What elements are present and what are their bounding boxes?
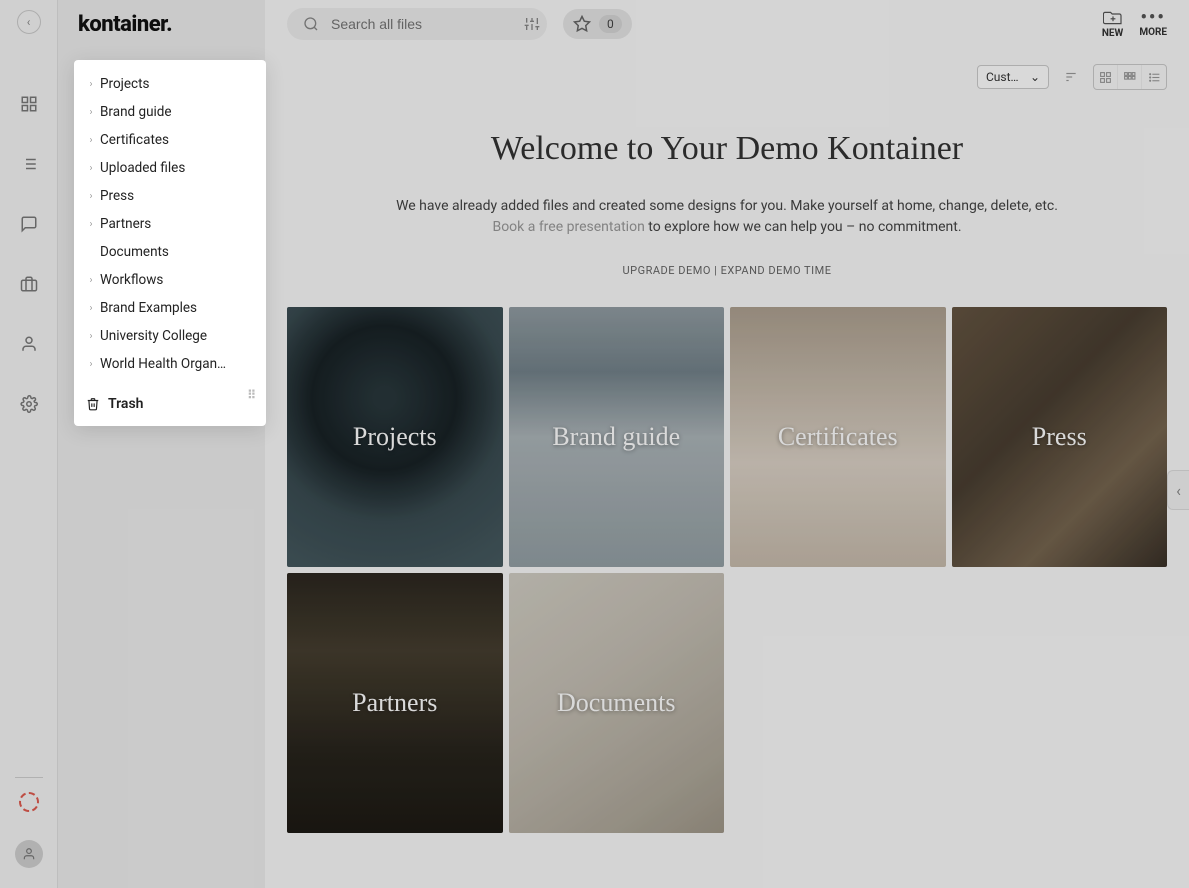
chevron-right-icon: › <box>86 303 96 314</box>
rail-settings-icon[interactable] <box>17 392 41 416</box>
chevron-right-icon: › <box>86 163 96 174</box>
sort-select[interactable]: Cust… ⌄ <box>977 65 1049 89</box>
chevron-right-icon: › <box>86 79 96 90</box>
hero-book-link[interactable]: Book a free presentation <box>492 219 644 235</box>
chevron-right-icon: › <box>86 191 96 202</box>
rail-dashboard-icon[interactable] <box>17 92 41 116</box>
rail-briefcase-icon[interactable] <box>17 272 41 296</box>
tree-item[interactable]: › Certificates <box>74 126 266 154</box>
rail-user-icon[interactable] <box>17 332 41 356</box>
trash-item[interactable]: Trash ⠿ <box>74 386 266 416</box>
star-icon <box>573 15 591 33</box>
view-toggle <box>1093 64 1167 90</box>
rail-divider <box>15 777 43 778</box>
brand-logo: kontainer. <box>58 0 265 55</box>
chevron-right-icon: › <box>86 275 96 286</box>
folder-card[interactable]: Press <box>952 307 1168 567</box>
collapse-sidebar-button[interactable]: ‹ <box>17 10 41 34</box>
tree-item-label: Certificates <box>100 132 169 148</box>
hero: Welcome to Your Demo Kontainer We have a… <box>265 90 1189 297</box>
tree-item-label: Workflows <box>100 272 163 288</box>
folder-card-label: Certificates <box>778 422 898 452</box>
more-dots-icon: ••• <box>1140 11 1165 25</box>
search-filter-icon[interactable] <box>524 16 540 32</box>
new-button-label: NEW <box>1102 28 1123 39</box>
rail-account-avatar[interactable] <box>15 840 43 868</box>
search-input[interactable] <box>331 16 512 32</box>
tree-item[interactable]: › Press <box>74 182 266 210</box>
tree-item[interactable]: › Brand Examples <box>74 294 266 322</box>
tree-item-label: Documents <box>100 244 169 260</box>
favorites-count: 0 <box>599 15 622 33</box>
nav-rail: ‹ <box>0 0 58 888</box>
view-grid-large-icon[interactable] <box>1094 65 1118 89</box>
tree-item-label: Uploaded files <box>100 160 185 176</box>
chevron-right-icon: › <box>86 135 96 146</box>
chevron-right-icon: › <box>86 331 96 342</box>
view-list-icon[interactable] <box>1142 65 1166 89</box>
tree-item-label: University College <box>100 328 207 344</box>
tree-item[interactable]: › Partners <box>74 210 266 238</box>
tree-item[interactable]: Documents <box>74 238 266 266</box>
sort-direction-button[interactable] <box>1059 65 1083 89</box>
tree-item-label: Press <box>100 188 134 204</box>
hero-title: Welcome to Your Demo Kontainer <box>305 130 1149 168</box>
right-panel-handle[interactable]: ‹ <box>1167 470 1189 510</box>
chevron-left-icon: ‹ <box>27 15 31 29</box>
folder-card[interactable]: Certificates <box>730 307 946 567</box>
folder-tree-popup: › Projects › Brand guide › Certificates › Uploa… <box>74 60 266 426</box>
folder-card[interactable]: Partners <box>287 573 503 833</box>
upgrade-demo-link[interactable]: UPGRADE DEMO <box>623 264 711 277</box>
tree-item[interactable]: › University College <box>74 322 266 350</box>
tree-item-label: Partners <box>100 216 151 232</box>
tree-item[interactable]: › Uploaded files <box>74 154 266 182</box>
new-button[interactable]: NEW <box>1102 10 1123 39</box>
folder-card-label: Brand guide <box>552 422 680 452</box>
trash-label: Trash <box>108 396 143 412</box>
expand-demo-link[interactable]: EXPAND DEMO TIME <box>721 264 832 277</box>
hero-sep: | <box>711 264 721 277</box>
chevron-right-icon: › <box>86 107 96 118</box>
folder-card-label: Press <box>1032 422 1087 452</box>
rail-list-icon[interactable] <box>17 152 41 176</box>
folder-card[interactable]: Documents <box>509 573 725 833</box>
hero-actions: UPGRADE DEMO | EXPAND DEMO TIME <box>305 264 1149 277</box>
viewbar: Cust… ⌄ <box>265 44 1189 90</box>
topbar: 0 NEW ••• MORE <box>265 0 1189 44</box>
folder-card-label: Partners <box>352 688 437 718</box>
tree-item[interactable]: › Projects <box>74 70 266 98</box>
chevron-right-icon: › <box>86 219 96 230</box>
folder-card[interactable]: Projects <box>287 307 503 567</box>
trash-icon <box>86 397 100 411</box>
drag-handle-icon[interactable]: ⠿ <box>247 392 256 398</box>
tree-item-label: Projects <box>100 76 150 92</box>
tree-item-label: World Health Organ… <box>100 356 226 372</box>
search-icon <box>303 16 319 32</box>
folder-card[interactable]: Brand guide <box>509 307 725 567</box>
sort-select-label: Cust… <box>986 70 1019 84</box>
tree-item[interactable]: › Workflows <box>74 266 266 294</box>
hero-line1: We have already added files and created … <box>396 198 1058 214</box>
main-area: 0 NEW ••• MORE Cust… ⌄ <box>265 0 1189 888</box>
tree-item[interactable]: › World Health Organ… <box>74 350 266 378</box>
rail-comments-icon[interactable] <box>17 212 41 236</box>
tree-item-label: Brand guide <box>100 104 172 120</box>
more-button-label: MORE <box>1139 27 1167 38</box>
chevron-left-icon: ‹ <box>1176 481 1181 500</box>
chevron-right-icon: › <box>86 359 96 370</box>
folder-card-label: Projects <box>353 422 437 452</box>
search-field[interactable] <box>287 8 547 40</box>
more-button[interactable]: ••• MORE <box>1139 11 1167 38</box>
hero-line2-tail: to explore how we can help you – no comm… <box>645 219 962 235</box>
tree-item[interactable]: › Brand guide <box>74 98 266 126</box>
folder-card-label: Documents <box>557 688 675 718</box>
folder-grid: Projects Brand guide Certificates Press Part… <box>265 297 1189 873</box>
favorites-pill[interactable]: 0 <box>563 9 632 39</box>
tree-item-label: Brand Examples <box>100 300 197 316</box>
chevron-down-icon: ⌄ <box>1030 70 1040 84</box>
view-grid-small-icon[interactable] <box>1118 65 1142 89</box>
rail-help-icon[interactable] <box>19 792 39 812</box>
